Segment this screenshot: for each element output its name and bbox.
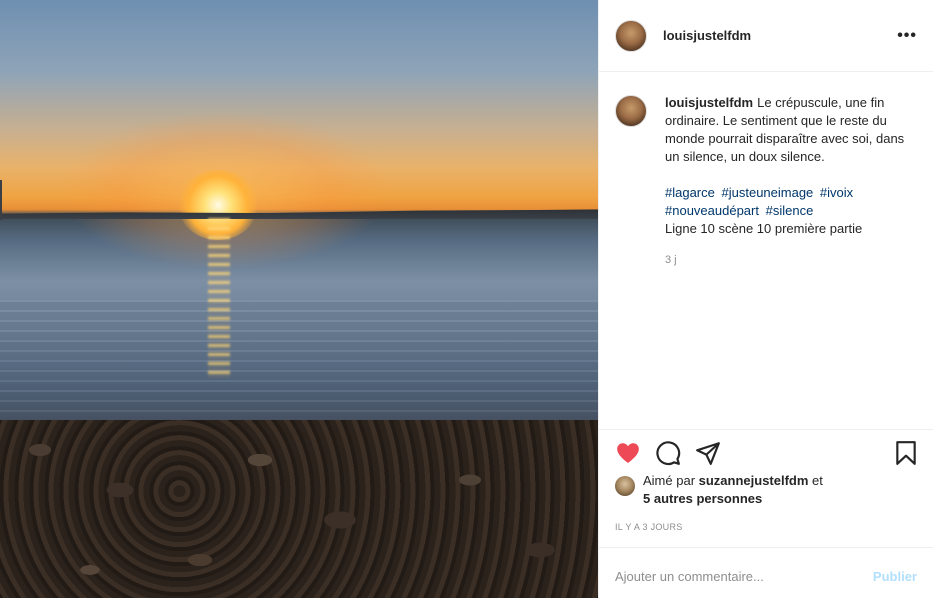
- caption-time[interactable]: 3 j: [665, 251, 915, 269]
- comment-bubble-icon[interactable]: [655, 440, 681, 466]
- post-side-panel: louisjustelfdm ••• louisjustelfdm Le crép…: [598, 0, 933, 598]
- likes-text: Aimé par suzannejustelfdm et 5 autres pe…: [643, 472, 823, 508]
- caption-author-avatar[interactable]: [615, 95, 647, 127]
- caption-hashtags: #lagarce #justeuneimage #ivoix #nouveaud…: [665, 184, 915, 238]
- paper-plane-icon[interactable]: [695, 440, 721, 466]
- author-username[interactable]: louisjustelfdm: [663, 28, 751, 43]
- caption-body: louisjustelfdm Le crépuscule, une fin ord…: [665, 94, 915, 429]
- beach-stones: [0, 420, 598, 598]
- liked-by-username[interactable]: suzannejustelfdm: [699, 473, 809, 488]
- publish-comment-button[interactable]: Publier: [873, 569, 917, 584]
- hashtag-link[interactable]: #nouveaudépart: [665, 203, 759, 218]
- likes-summary: Aimé par suzannejustelfdm et 5 autres pe…: [599, 473, 933, 514]
- hashtag-link[interactable]: #silence: [766, 203, 814, 218]
- author-avatar[interactable]: [615, 19, 647, 52]
- bookmark-icon[interactable]: [893, 440, 919, 466]
- caption-extra-line: Ligne 10 scène 10 première partie: [665, 221, 863, 236]
- caption-username[interactable]: louisjustelfdm: [665, 95, 753, 110]
- comment-box: Publier: [599, 548, 933, 598]
- likes-connector: et: [808, 473, 823, 488]
- post-timestamp[interactable]: IL Y A 3 JOURS: [599, 514, 933, 548]
- post-header: louisjustelfdm •••: [599, 0, 933, 72]
- hashtag-link[interactable]: #ivoix: [820, 185, 853, 200]
- water-ripples: [0, 300, 598, 420]
- liker-avatar[interactable]: [615, 476, 635, 496]
- more-horizontal-icon[interactable]: •••: [897, 27, 917, 45]
- likes-prefix: Aimé par: [643, 473, 699, 488]
- heart-filled-icon[interactable]: [615, 440, 641, 466]
- post-photo[interactable]: [0, 0, 598, 598]
- comment-input[interactable]: [615, 568, 873, 584]
- post-caption: louisjustelfdm Le crépuscule, une fin ord…: [599, 72, 933, 430]
- boat-mast: [0, 180, 2, 220]
- hashtag-link[interactable]: #lagarce: [665, 185, 715, 200]
- hashtag-link[interactable]: #justeuneimage: [722, 185, 814, 200]
- action-bar: [599, 430, 933, 476]
- likes-others-link[interactable]: 5 autres personnes: [643, 491, 762, 506]
